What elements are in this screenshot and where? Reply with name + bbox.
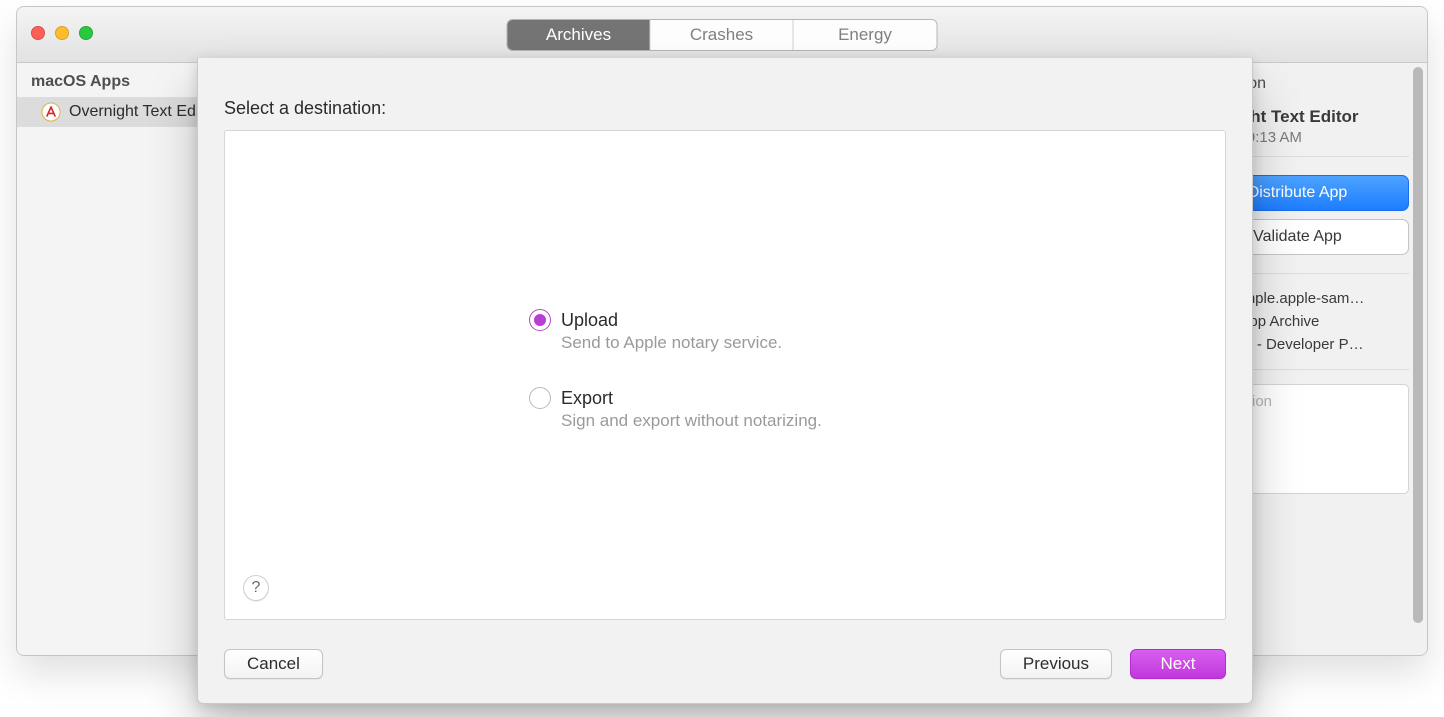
choice-list: Upload Send to Apple notary service. Exp… [529,309,822,465]
choice-upload[interactable]: Upload Send to Apple notary service. [529,309,822,353]
choice-upload-desc: Send to Apple notary service. [561,333,782,353]
choice-export[interactable]: Export Sign and export without notarizin… [529,387,822,431]
minimize-window-button[interactable] [55,26,69,40]
source-list-item-label: Overnight Text Editor [69,103,218,121]
choice-upload-title: Upload [561,309,782,331]
tab-archives[interactable]: Archives [508,20,651,50]
next-button[interactable]: Next [1130,649,1226,679]
choice-export-desc: Sign and export without notarizing. [561,411,822,431]
choice-panel: Upload Send to Apple notary service. Exp… [224,130,1226,620]
previous-button[interactable]: Previous [1000,649,1112,679]
vertical-scrollbar[interactable] [1413,67,1423,623]
cancel-button[interactable]: Cancel [224,649,323,679]
organizer-tabs: Archives Crashes Energy [507,19,938,51]
tab-crashes[interactable]: Crashes [651,20,794,50]
close-window-button[interactable] [31,26,45,40]
sheet-prompt: Select a destination: [224,98,386,119]
radio-export[interactable] [529,387,551,409]
tab-energy[interactable]: Energy [794,20,937,50]
zoom-window-button[interactable] [79,26,93,40]
traffic-lights [31,26,93,40]
choice-export-title: Export [561,387,822,409]
scrollbar-thumb[interactable] [1413,67,1423,623]
help-button[interactable]: ? [243,575,269,601]
destination-sheet: Select a destination: Upload Send to App… [197,58,1253,704]
app-icon [41,102,61,122]
radio-upload[interactable] [529,309,551,331]
titlebar: Archives Crashes Energy [17,7,1427,63]
sheet-button-bar: Cancel Next Previous [224,649,1226,683]
